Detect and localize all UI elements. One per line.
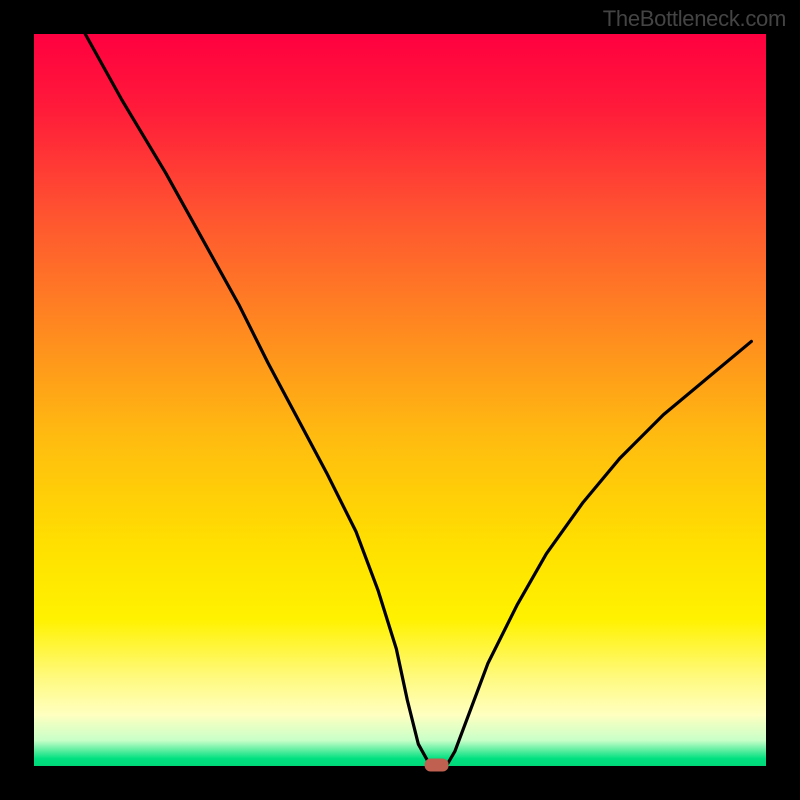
- bottleneck-chart: [0, 0, 800, 800]
- chart-container: [0, 0, 800, 800]
- optimal-marker: [425, 759, 449, 772]
- watermark-text: TheBottleneck.com: [603, 6, 786, 32]
- plot-background: [34, 34, 766, 766]
